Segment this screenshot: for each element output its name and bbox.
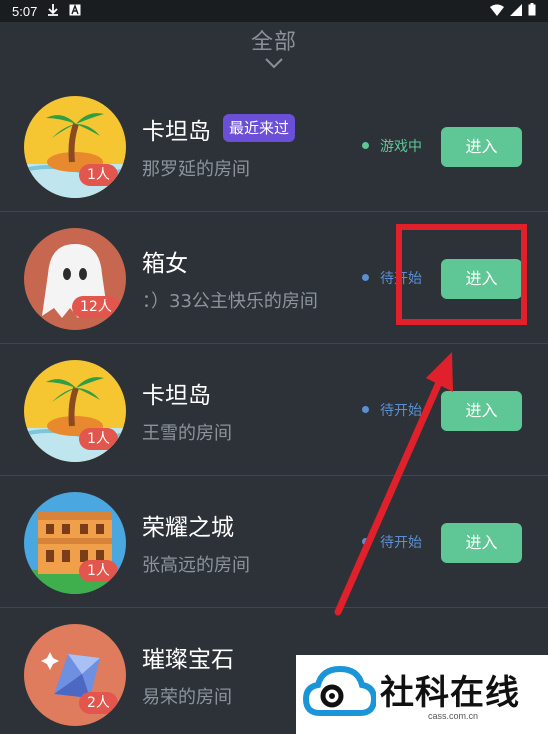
watermark-domain: cass.com.cn bbox=[428, 711, 479, 721]
cloud-logo-icon bbox=[302, 665, 376, 716]
watermark: 社科在线 cass.com.cn bbox=[296, 655, 548, 734]
annotation-arrow bbox=[334, 352, 453, 616]
watermark-title: 社科在线 bbox=[380, 673, 520, 713]
